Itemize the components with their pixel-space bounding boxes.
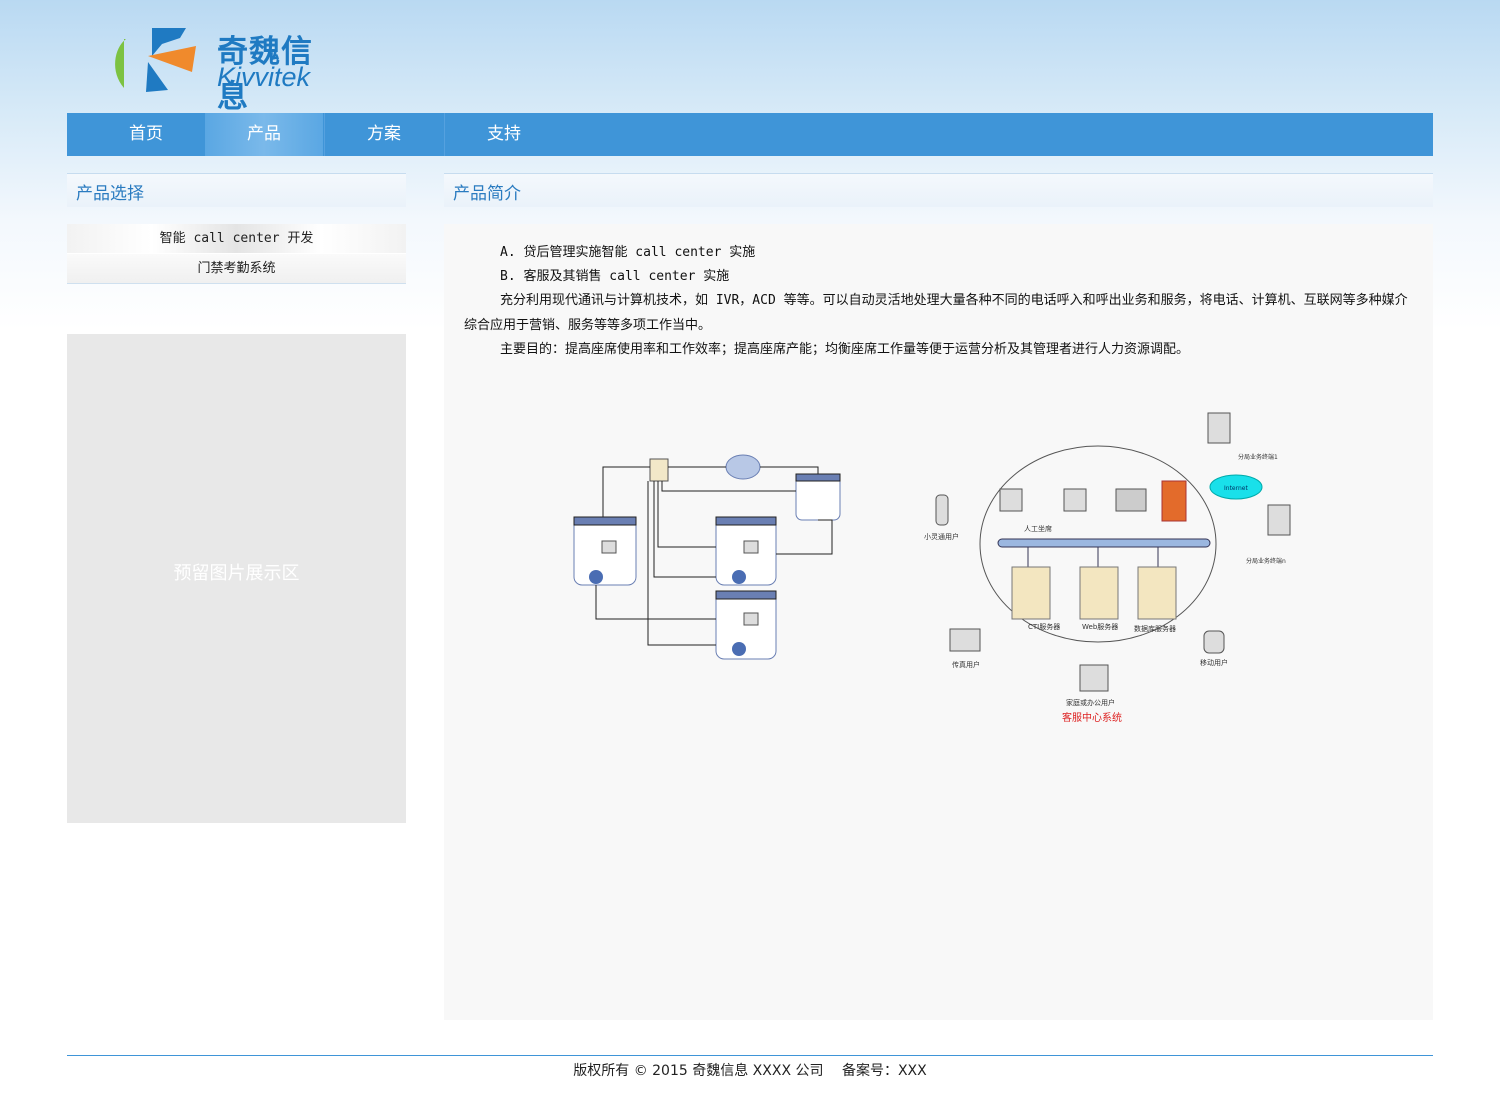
paragraph: B. 客服及其销售 call center 实施 (500, 269, 730, 284)
nav-item-support[interactable]: 支持 (445, 113, 563, 156)
diagram-label: 分局业务终端1 (1238, 453, 1278, 461)
main-nav: 首页 产品 方案 支持 (67, 113, 1433, 156)
diagram-label: Internet (1224, 485, 1248, 492)
image-placeholder: 预留图片展示区 (67, 334, 406, 823)
paragraph: 主要目的：提高座席使用率和工作效率；提高座席产能；均衡座席工作量等便于运营分析及… (500, 342, 1190, 357)
call-center-diagram: 小灵通用户 人工坐席 分局业务终端1 分局业务终端n Internet CTI服… (573, 412, 1291, 724)
diagram-label: 人工坐席 (1024, 524, 1052, 533)
logo-text-en: Kivvitek (217, 62, 311, 92)
menu-item-access-control[interactable]: 门禁考勤系统 (67, 254, 406, 284)
sidebar-title: 产品选择 (76, 184, 144, 204)
diagram-label: Web服务器 (1082, 622, 1118, 631)
diagram-caption: 客服中心系统 (1062, 711, 1122, 724)
paragraph: 充分利用现代通讯与计算机技术，如 IVR，ACD 等等。可以自动灵活地处理大量各… (464, 293, 1408, 333)
nav-item-home[interactable]: 首页 (87, 113, 205, 156)
nav-item-products[interactable]: 产品 (205, 113, 323, 156)
copyright-text: 版权所有 © 2015 奇魏信息 XXXX 公司 (573, 1063, 824, 1079)
logo-mark-icon (115, 28, 196, 92)
icp-text: 备案号：XXX (841, 1063, 927, 1079)
diagram-label: 移动用户 (1200, 658, 1228, 667)
diagram-label: CTI服务器 (1028, 622, 1060, 631)
diagram-label: 传真用户 (952, 660, 980, 669)
footer: 版权所有 © 2015 奇魏信息 XXXX 公司 备案号：XXX (0, 1060, 1500, 1080)
sidebar-header: 产品选择 (67, 173, 406, 207)
diagram-label: 数据库服务器 (1134, 624, 1176, 633)
paragraph: A. 贷后管理实施智能 call center 实施 (500, 245, 756, 260)
content-header: 产品简介 (444, 173, 1433, 207)
diagram-label: 家庭或办公用户 (1066, 698, 1115, 707)
product-menu: 智能 call center 开发 门禁考勤系统 (67, 224, 406, 284)
flow-diagram (573, 454, 841, 660)
content-area: A. 贷后管理实施智能 call center 实施 B. 客服及其销售 cal… (444, 224, 1433, 1020)
nav-item-solutions[interactable]: 方案 (325, 113, 443, 156)
content-title: 产品简介 (453, 184, 521, 204)
diagram-label: 分局业务终端n (1246, 557, 1286, 565)
logo[interactable]: 奇魏信息 Kivvitek (108, 26, 338, 115)
footer-divider (67, 1055, 1433, 1056)
diagram-label: 小灵通用户 (924, 532, 959, 541)
network-diagram: 小灵通用户 人工坐席 分局业务终端1 分局业务终端n Internet CTI服… (924, 412, 1291, 724)
menu-item-call-center[interactable]: 智能 call center 开发 (67, 224, 406, 254)
image-placeholder-text: 预留图片展示区 (173, 563, 300, 584)
